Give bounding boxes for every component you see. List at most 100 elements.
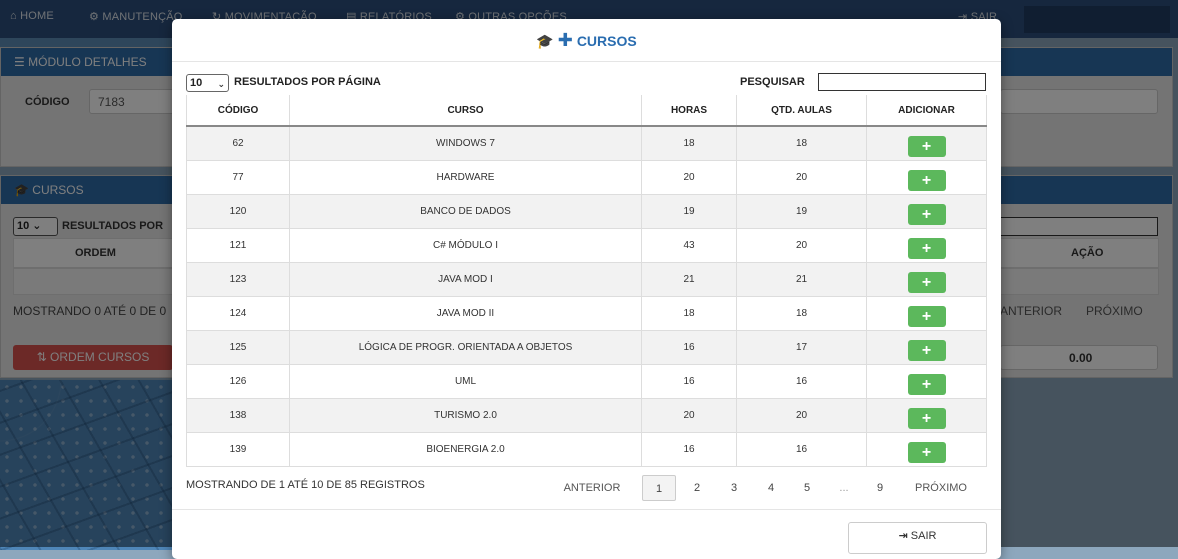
cell-course: BANCO DE DADOS <box>289 194 642 229</box>
add-course-button[interactable]: + <box>907 204 946 225</box>
cell-add: + <box>866 330 987 365</box>
cell-hours: 18 <box>641 296 737 331</box>
cell-course: BIOENERGIA 2.0 <box>289 432 642 467</box>
page-size-select[interactable]: 10 ⌄ <box>186 74 229 92</box>
cell-code: 138 <box>186 398 290 433</box>
table-row: 120 BANCO DE DADOS 19 19 + <box>186 194 987 229</box>
pagination-page-5[interactable]: 5 <box>794 475 820 501</box>
table-body: 62 WINDOWS 7 18 18 + 77 HARDWARE 20 20 +… <box>186 125 987 467</box>
table-row: 77 HARDWARE 20 20 + <box>186 160 987 195</box>
cell-course: WINDOWS 7 <box>289 125 642 161</box>
cell-lessons: 18 <box>736 296 867 331</box>
cell-add: + <box>866 296 987 331</box>
cell-lessons: 19 <box>736 194 867 229</box>
sign-out-icon: ⇥ <box>898 530 908 542</box>
courses-modal: 🎓 ✚ CURSOS 10 ⌄ RESULTADOS POR PÁGINA PESQ… <box>172 19 1001 559</box>
cell-hours: 16 <box>641 432 737 467</box>
modal-header: 🎓 ✚ CURSOS <box>172 19 1001 62</box>
table-row: 138 TURISMO 2.0 20 20 + <box>186 398 987 433</box>
showing-records-text: MOSTRANDO DE 1 ATÉ 10 DE 85 REGISTROS <box>186 479 425 491</box>
cell-hours: 20 <box>641 398 737 433</box>
cell-lessons: 18 <box>736 125 867 161</box>
cell-add: + <box>866 432 987 467</box>
pagination-page-3[interactable]: 3 <box>721 475 747 501</box>
cell-code: 139 <box>186 432 290 467</box>
cell-hours: 19 <box>641 194 737 229</box>
cell-hours: 16 <box>641 364 737 399</box>
cell-code: 121 <box>186 228 290 263</box>
add-course-button[interactable]: + <box>907 170 946 191</box>
cell-course: LÓGICA DE PROGR. ORIENTADA A OBJETOS <box>289 330 642 365</box>
cell-lessons: 20 <box>736 160 867 195</box>
add-course-button[interactable]: + <box>907 272 946 293</box>
add-course-button[interactable]: + <box>907 374 946 395</box>
col-hours[interactable]: HORAS <box>641 95 737 127</box>
cell-course: UML <box>289 364 642 399</box>
exit-button-label: SAIR <box>910 530 937 542</box>
col-code[interactable]: CÓDIGO <box>186 95 290 127</box>
cell-add: + <box>866 125 987 161</box>
add-course-button[interactable]: + <box>907 306 946 327</box>
cell-code: 77 <box>186 160 290 195</box>
cell-course: JAVA MOD II <box>289 296 642 331</box>
cell-lessons: 16 <box>736 432 867 467</box>
add-course-button[interactable]: + <box>907 408 946 429</box>
pagination-ellipsis: ... <box>839 482 849 494</box>
courses-table: CÓDIGO CURSO HORAS QTD. AULAS ADICIONAR … <box>186 95 987 467</box>
cell-lessons: 20 <box>736 228 867 263</box>
cell-code: 124 <box>186 296 290 331</box>
add-course-button[interactable]: + <box>907 340 946 361</box>
chevron-down-icon: ⌄ <box>217 79 225 89</box>
exit-button[interactable]: ⇥ SAIR <box>848 522 987 554</box>
pagination-page-4[interactable]: 4 <box>758 475 784 501</box>
page-size-value: 10 <box>190 77 203 89</box>
modal-title: CURSOS <box>576 33 637 49</box>
pagination-next[interactable]: PRÓXIMO <box>906 475 976 501</box>
table-row: 121 C# MÓDULO I 43 20 + <box>186 228 987 263</box>
pagination-page-2[interactable]: 2 <box>684 475 710 501</box>
cell-course: JAVA MOD I <box>289 262 642 297</box>
cell-lessons: 16 <box>736 364 867 399</box>
table-row: 123 JAVA MOD I 21 21 + <box>186 262 987 297</box>
modal-footer-divider <box>172 509 1001 510</box>
table-row: 126 UML 16 16 + <box>186 364 987 399</box>
table-row: 124 JAVA MOD II 18 18 + <box>186 296 987 331</box>
cell-lessons: 17 <box>736 330 867 365</box>
search-label: PESQUISAR <box>740 76 805 88</box>
cell-add: + <box>866 364 987 399</box>
cell-hours: 20 <box>641 160 737 195</box>
col-add: ADICIONAR <box>866 95 987 127</box>
plus-icon: ✚ <box>557 30 573 50</box>
cell-code: 125 <box>186 330 290 365</box>
cell-hours: 43 <box>641 228 737 263</box>
col-lessons[interactable]: QTD. AULAS <box>736 95 867 127</box>
graduation-cap-icon: 🎓 <box>536 33 554 49</box>
cell-course: C# MÓDULO I <box>289 228 642 263</box>
table-row: 62 WINDOWS 7 18 18 + <box>186 125 987 161</box>
add-course-button[interactable]: + <box>907 136 946 157</box>
table-row: 125 LÓGICA DE PROGR. ORIENTADA A OBJETOS… <box>186 330 987 365</box>
table-header-row: CÓDIGO CURSO HORAS QTD. AULAS ADICIONAR <box>186 95 987 127</box>
cell-hours: 16 <box>641 330 737 365</box>
per-page-label: RESULTADOS POR PÁGINA <box>234 76 381 88</box>
col-course[interactable]: CURSO <box>289 95 642 127</box>
cell-add: + <box>866 160 987 195</box>
pagination-prev[interactable]: ANTERIOR <box>556 475 628 501</box>
search-input[interactable] <box>818 73 986 91</box>
cell-add: + <box>866 194 987 229</box>
cell-code: 120 <box>186 194 290 229</box>
cell-add: + <box>866 398 987 433</box>
pagination-page-9[interactable]: 9 <box>867 475 893 501</box>
cell-hours: 21 <box>641 262 737 297</box>
add-course-button[interactable]: + <box>907 238 946 259</box>
cell-course: HARDWARE <box>289 160 642 195</box>
cell-code: 123 <box>186 262 290 297</box>
cell-add: + <box>866 228 987 263</box>
cell-lessons: 21 <box>736 262 867 297</box>
add-course-button[interactable]: + <box>907 442 946 463</box>
cell-course: TURISMO 2.0 <box>289 398 642 433</box>
cell-hours: 18 <box>641 125 737 161</box>
cell-add: + <box>866 262 987 297</box>
cell-code: 126 <box>186 364 290 399</box>
pagination-page-1[interactable]: 1 <box>642 475 676 501</box>
